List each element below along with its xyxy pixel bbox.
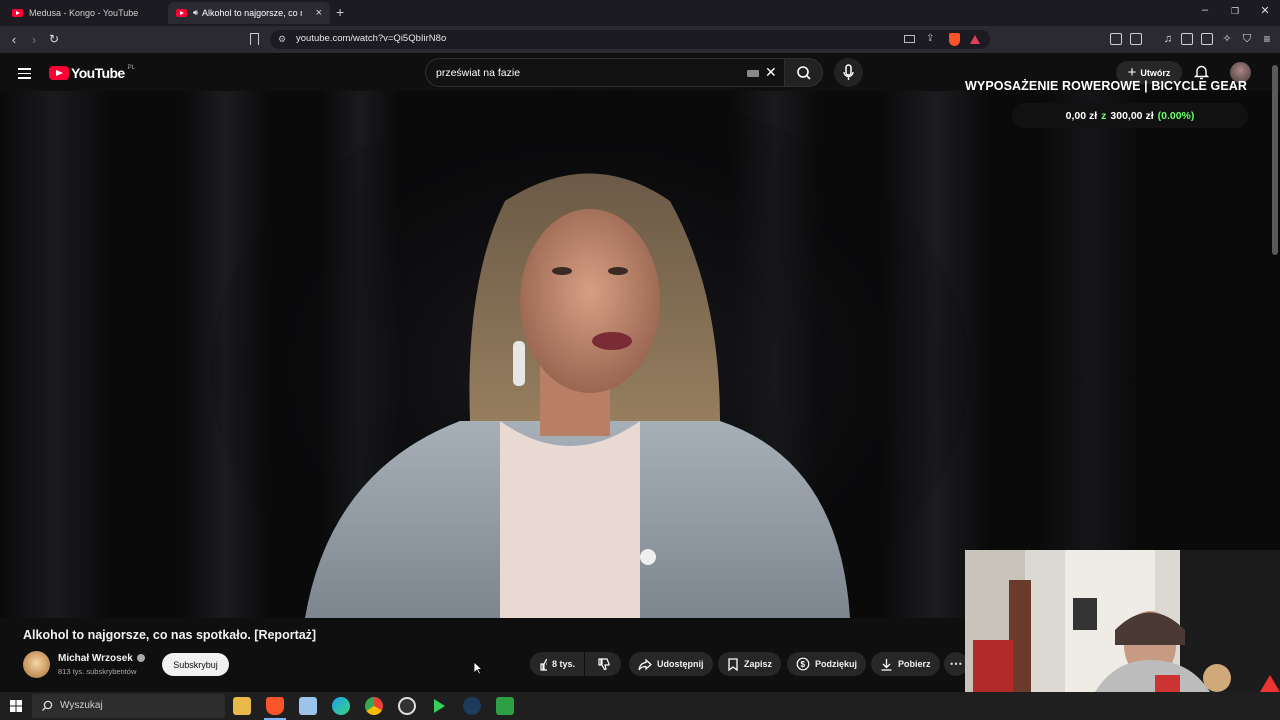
thumbs-down-icon bbox=[597, 657, 610, 670]
share-label: Udostępnij bbox=[657, 659, 704, 669]
browser-tab-bar: Medusa - Kongo - YouTube 🔊︎ Alkohol to n… bbox=[0, 0, 1280, 26]
more-icon: ⋯ bbox=[949, 656, 963, 671]
cast-icon[interactable] bbox=[904, 35, 915, 43]
youtube-logo[interactable]: YouTube PL bbox=[49, 65, 135, 81]
leo-ai-icon[interactable]: ✧ bbox=[1219, 32, 1235, 47]
save-label: Zapisz bbox=[744, 659, 773, 669]
back-icon[interactable]: ‹ bbox=[6, 32, 22, 47]
forward-icon[interactable]: › bbox=[26, 32, 42, 47]
svg-text:$: $ bbox=[801, 660, 806, 669]
page-scrollbar[interactable] bbox=[1272, 65, 1278, 255]
search-query-text: przeświat na fazie bbox=[436, 67, 521, 79]
address-bar[interactable]: ⚙︎ youtube.com/watch?v=Qi5QbIirN8o ⇪ bbox=[270, 30, 990, 49]
microphone-icon bbox=[843, 64, 854, 80]
sidebar-icon[interactable] bbox=[1181, 33, 1193, 45]
restore-icon[interactable]: ❐ bbox=[1221, 6, 1249, 17]
windows-start-icon[interactable] bbox=[10, 700, 22, 712]
goal-progress-bar: 0,00 zł z 300,00 zł (0.00%) bbox=[1012, 103, 1248, 128]
brave-rewards-icon[interactable] bbox=[970, 35, 980, 44]
goal-percent: (0.00%) bbox=[1157, 109, 1195, 122]
new-tab-button[interactable]: + bbox=[336, 4, 344, 20]
browser-tab-active[interactable]: 🔊︎ Alkohol to najgorsze, co nas s × bbox=[168, 2, 330, 24]
hamburger-menu-icon[interactable] bbox=[18, 65, 31, 82]
windows-taskbar: Wyszukaj bbox=[0, 692, 1280, 720]
super-thanks-icon: $ bbox=[796, 657, 810, 671]
webcam-image bbox=[965, 550, 1280, 692]
goal-of-text: z bbox=[1101, 109, 1107, 122]
channel-name-text: Michał Wrzosek bbox=[58, 653, 133, 664]
tab-label: Alkohol to najgorsze, co nas s bbox=[202, 8, 302, 18]
media-icon[interactable]: ♫ bbox=[1160, 32, 1176, 47]
goal-amount: 0,00 zł bbox=[1065, 109, 1098, 122]
youtube-favicon-icon bbox=[12, 9, 23, 17]
bookmark-icon[interactable] bbox=[250, 33, 259, 45]
play-store-icon[interactable] bbox=[430, 697, 448, 715]
download-label: Pobierz bbox=[898, 659, 931, 669]
mouse-cursor-icon bbox=[473, 661, 483, 675]
search-icon bbox=[42, 700, 53, 711]
thanks-button[interactable]: $ Podziękuj bbox=[787, 652, 867, 676]
close-tab-icon[interactable]: × bbox=[316, 7, 322, 19]
file-explorer-icon[interactable] bbox=[233, 697, 251, 715]
goal-title: WYPOSAŻENIE ROWEROWE | BICYCLE GEAR bbox=[965, 79, 1248, 93]
create-label: Utwórz bbox=[1140, 67, 1171, 78]
extensions-icon[interactable] bbox=[1110, 33, 1122, 45]
close-window-icon[interactable]: ✕ bbox=[1251, 4, 1279, 17]
share-icon bbox=[638, 658, 652, 670]
thumbs-up-icon bbox=[540, 658, 547, 671]
like-button[interactable]: 8 tys. bbox=[530, 652, 584, 676]
site-settings-icon[interactable]: ⚙︎ bbox=[278, 34, 286, 45]
channel-avatar[interactable] bbox=[23, 651, 50, 678]
chrome-browser-icon[interactable] bbox=[365, 697, 383, 715]
video-title: Alkohol to najgorsze, co nas spotkało. [… bbox=[23, 628, 317, 642]
taskbar-search-input[interactable]: Wyszukaj bbox=[32, 694, 225, 718]
share-button[interactable]: Udostępnij bbox=[629, 652, 713, 676]
wallet-icon[interactable] bbox=[1201, 33, 1213, 45]
browser-nav-bar: ‹ › ↻ ⚙︎ youtube.com/watch?v=Qi5QbIirN8o… bbox=[0, 26, 1280, 53]
region-badge: PL bbox=[127, 65, 135, 71]
subscriber-count: 813 tys. subskrybentów bbox=[58, 667, 137, 676]
keyboard-icon[interactable] bbox=[747, 70, 759, 77]
goal-target: 300,00 zł bbox=[1110, 109, 1154, 122]
youtube-favicon-icon bbox=[176, 9, 187, 17]
url-text: youtube.com/watch?v=Qi5QbIirN8o bbox=[296, 33, 447, 44]
obs-studio-icon[interactable] bbox=[398, 697, 416, 715]
reload-icon[interactable]: ↻ bbox=[46, 32, 62, 47]
edge-browser-icon[interactable] bbox=[332, 697, 350, 715]
screenshot-icon[interactable] bbox=[1130, 33, 1142, 45]
tab-label: Medusa - Kongo - YouTube bbox=[29, 8, 139, 18]
search-input[interactable]: przeświat na fazie ✕ bbox=[425, 58, 785, 87]
channel-name[interactable]: Michał Wrzosek bbox=[58, 653, 145, 664]
clear-search-icon[interactable]: ✕ bbox=[765, 64, 777, 81]
app-icon[interactable] bbox=[496, 697, 514, 715]
like-count: 8 tys. bbox=[551, 659, 575, 669]
browser-menu-icon[interactable]: ≡ bbox=[1259, 32, 1275, 47]
bookmark-save-icon bbox=[728, 657, 738, 671]
video-frame bbox=[0, 91, 1280, 618]
download-icon bbox=[881, 658, 892, 671]
dislike-button[interactable] bbox=[585, 652, 621, 676]
share-page-icon[interactable]: ⇪ bbox=[926, 33, 934, 44]
verified-icon bbox=[136, 654, 145, 663]
youtube-play-icon bbox=[49, 66, 69, 80]
voice-search-button[interactable] bbox=[834, 58, 863, 87]
browser-tab-medusa[interactable]: Medusa - Kongo - YouTube bbox=[4, 2, 164, 24]
subscribe-button[interactable]: Subskrybuj bbox=[162, 653, 229, 676]
brave-shields-icon[interactable] bbox=[949, 33, 960, 46]
search-button[interactable] bbox=[785, 58, 823, 87]
taskbar-search-placeholder: Wyszukaj bbox=[60, 700, 103, 711]
speaker-icon: 🔊︎ bbox=[193, 8, 199, 17]
video-player[interactable] bbox=[0, 91, 1280, 618]
save-button[interactable]: Zapisz bbox=[718, 652, 782, 676]
youtube-logo-text: YouTube bbox=[71, 65, 125, 81]
download-button[interactable]: Pobierz bbox=[871, 652, 940, 676]
search-icon bbox=[797, 66, 811, 80]
webcam-overlay bbox=[965, 550, 1280, 692]
minimize-icon[interactable]: – bbox=[1191, 4, 1219, 16]
vpn-icon[interactable]: ⛉ bbox=[1239, 32, 1255, 47]
thanks-label: Podziękuj bbox=[815, 659, 858, 669]
steam-icon[interactable] bbox=[463, 697, 481, 715]
explorer-window-icon[interactable] bbox=[299, 697, 317, 715]
brave-browser-icon[interactable] bbox=[266, 697, 284, 715]
